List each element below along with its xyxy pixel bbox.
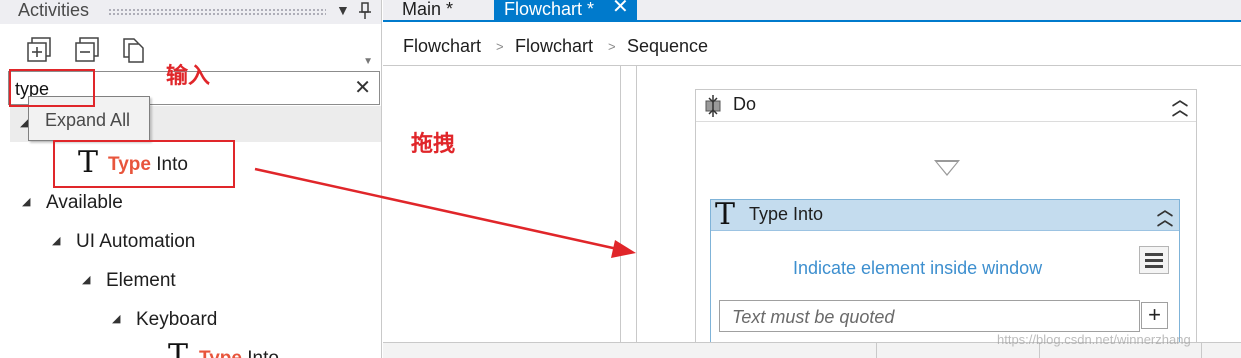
watermark: https://blog.csdn.net/winnerzhang — [997, 332, 1191, 347]
tree-leaf-type-into[interactable]: T Type Into — [165, 338, 325, 358]
expand-triangle-icon[interactable]: ◢ — [82, 273, 90, 286]
text-t-icon: T — [715, 197, 736, 232]
text-input-field[interactable]: Text must be quoted — [719, 300, 1140, 332]
text-input-placeholder: Text must be quoted — [732, 307, 895, 327]
dropdown-arrow-icon[interactable]: ▼ — [336, 2, 350, 18]
tab-flowchart-label: Flowchart * — [504, 0, 595, 19]
clear-search-icon[interactable]: ✕ — [354, 75, 371, 100]
close-tab-icon[interactable]: ✕ — [612, 0, 629, 17]
pin-icon[interactable] — [358, 2, 372, 23]
breadcrumb-item[interactable]: Flowchart — [403, 36, 481, 57]
toolbar-overflow-icon[interactable]: ▼ — [363, 56, 373, 67]
tab-main[interactable]: Main * — [383, 0, 493, 22]
drag-grip[interactable] — [108, 8, 326, 15]
expand-triangle-icon[interactable]: ◢ — [22, 195, 30, 208]
chevron-right-icon: > — [496, 39, 504, 54]
collapse-icon[interactable]: ︿ ︿ — [1157, 203, 1173, 229]
tab-main-label: Main * — [402, 0, 454, 19]
type-into-title: Type Into — [749, 204, 824, 224]
tab-flowchart[interactable]: Flowchart * ✕ — [494, 0, 637, 22]
tree-node-keyboard[interactable]: Keyboard — [136, 309, 217, 331]
annotation-input-label: 输入 — [166, 64, 211, 89]
flowchart-divider — [620, 66, 621, 342]
sequence-icon — [703, 95, 723, 122]
tree-node-available[interactable]: Available — [46, 192, 123, 214]
copy-icon[interactable] — [120, 36, 148, 64]
annotation-drag-label: 拖拽 — [411, 132, 456, 157]
expand-triangle-icon[interactable]: ◢ — [52, 234, 60, 247]
do-title: Do — [733, 94, 757, 114]
activities-title: Activities — [18, 0, 90, 20]
breadcrumb: Flowchart > Flowchart > Sequence — [383, 24, 1241, 66]
type-into-header: T Type Into ︿ ︿ — [711, 197, 1179, 232]
breadcrumb-item[interactable]: Sequence — [627, 36, 708, 57]
tree-node-element[interactable]: Element — [106, 270, 176, 292]
activities-header: Activities ▼ — [0, 0, 381, 24]
annotation-search-box — [9, 69, 95, 107]
tree-node-ui-automation[interactable]: UI Automation — [76, 231, 195, 253]
flowchart-divider — [636, 66, 637, 342]
expand-all-icon[interactable] — [26, 36, 54, 64]
annotation-result-box — [53, 140, 235, 188]
drop-target-arrow-icon — [934, 160, 960, 176]
expand-triangle-icon[interactable]: ◢ — [112, 312, 120, 325]
match-highlight: Type — [199, 348, 242, 358]
tree-leaf-label: Type Into — [199, 348, 279, 358]
hamburger-menu-icon[interactable] — [1139, 246, 1169, 274]
breadcrumb-item[interactable]: Flowchart — [515, 36, 593, 57]
text-t-icon: T — [168, 338, 189, 358]
type-into-activity[interactable]: T Type Into ︿ ︿ Indicate element inside w… — [710, 197, 1180, 351]
workflow-designer: Main * Flowchart * ✕ Flowchart > Flowcha… — [383, 0, 1241, 358]
chevron-right-icon: > — [608, 39, 616, 54]
column-divider — [1201, 343, 1202, 358]
tooltip-text: Expand All — [45, 110, 131, 130]
column-divider — [876, 343, 877, 358]
collapse-icon[interactable]: ︿ ︿ — [1172, 93, 1188, 119]
document-tabs: Main * Flowchart * ✕ — [383, 0, 1241, 22]
match-rest: Into — [247, 348, 279, 358]
do-header: Do ︿ ︿ — [696, 90, 1196, 122]
indicate-element-link[interactable]: Indicate element inside window — [793, 258, 1042, 279]
collapse-all-icon[interactable] — [74, 36, 102, 64]
add-expression-button[interactable]: + — [1141, 302, 1168, 329]
